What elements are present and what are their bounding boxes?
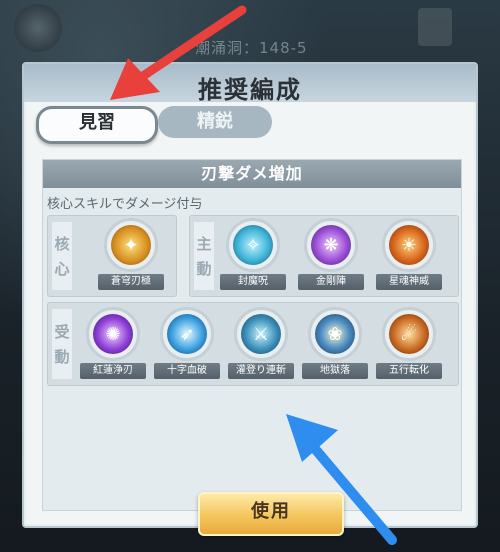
skill-slot[interactable]: ⚔ 灌登り連斬 xyxy=(228,305,294,387)
purple-burst-icon: ✺ xyxy=(93,314,133,354)
main-group-label: 主 動 xyxy=(194,222,214,290)
lotus-flame-icon: ❀ xyxy=(315,314,355,354)
skill-ring: ✧ xyxy=(226,218,280,272)
skill-name: 紅蓮浄刃 xyxy=(80,363,146,379)
blue-strike-icon: ➶ xyxy=(167,314,207,354)
guild-emblem-icon xyxy=(14,4,62,52)
skill-slot[interactable]: ☄ 五行転化 xyxy=(376,305,442,387)
passive-label-char: 動 xyxy=(54,348,70,366)
skill-ring: ✦ xyxy=(104,218,158,272)
passive-group-label: 受 動 xyxy=(52,309,72,379)
skill-ring: ➶ xyxy=(160,307,214,361)
main-label-char: 動 xyxy=(196,260,212,278)
skill-name: 星魂神威 xyxy=(376,274,442,290)
use-button[interactable]: 使用 xyxy=(198,492,344,536)
skill-slot[interactable]: ✧ 封魔呪 xyxy=(220,216,286,298)
skill-slot[interactable]: ❋ 金剛陣 xyxy=(298,216,364,298)
passive-label-char: 受 xyxy=(54,323,70,341)
core-skill-group: 核 心 ✦ 蒼穹刃極 xyxy=(47,215,177,297)
golden-blade-icon: ✦ xyxy=(111,225,151,265)
skill-name: 地獄落 xyxy=(302,363,368,379)
tab-apprentice[interactable]: 見習 xyxy=(36,106,158,144)
skill-ring: ⚔ xyxy=(234,307,288,361)
skill-name: 五行転化 xyxy=(376,363,442,379)
panel-title: 推奨編成 xyxy=(198,76,302,104)
tab-elite[interactable]: 精鋭 xyxy=(158,106,272,138)
recommended-formation-panel: 推奨編成 見習 精鋭 刃撃ダメ増加 核心スキルでダメージ付与 核 心 ✦ 蒼穹刃… xyxy=(22,62,478,536)
core-group-label: 核 心 xyxy=(52,222,72,290)
skill-name: 金剛陣 xyxy=(298,274,364,290)
passive-skill-group: 受 動 ✺ 紅蓮浄刃 ➶ 十字血破 ⚔ 灌登り連斬 ❀ 地獄落 ☄ 五行転化 xyxy=(47,302,459,386)
skill-name: 十字血破 xyxy=(154,363,220,379)
menu-icon xyxy=(418,8,452,46)
skill-ring: ❋ xyxy=(304,218,358,272)
skill-name: 封魔呪 xyxy=(220,274,286,290)
skill-slot[interactable]: ❀ 地獄落 xyxy=(302,305,368,387)
skill-ring: ☀ xyxy=(382,218,436,272)
main-label-char: 主 xyxy=(196,235,212,253)
skill-slot[interactable]: ✦ 蒼穹刃極 xyxy=(98,216,164,298)
golden-slash-icon: ☄ xyxy=(389,314,429,354)
seal-spirit-icon: ✧ xyxy=(233,225,273,265)
section-description: 核心スキルでダメージ付与 xyxy=(47,197,203,212)
stage-label: 潮涌洞：148-5 xyxy=(195,39,308,57)
main-skill-group: 主 動 ✧ 封魔呪 ❋ 金剛陣 ☀ 星魂神威 xyxy=(189,215,459,297)
skill-slot[interactable]: ☀ 星魂神威 xyxy=(376,216,442,298)
skill-name: 灌登り連斬 xyxy=(228,363,294,379)
skill-ring: ☄ xyxy=(382,307,436,361)
section-title: 刃撃ダメ増加 xyxy=(43,160,461,188)
swords-flurry-icon: ⚔ xyxy=(241,314,281,354)
purple-feather-icon: ❋ xyxy=(311,225,351,265)
core-label-char: 心 xyxy=(54,260,70,278)
formation-content: 刃撃ダメ増加 核心スキルでダメージ付与 核 心 ✦ 蒼穹刃極 主 動 ✧ 封魔呪… xyxy=(42,159,462,536)
skill-name: 蒼穹刃極 xyxy=(98,274,164,290)
fire-spirit-icon: ☀ xyxy=(389,225,429,265)
skill-ring: ❀ xyxy=(308,307,362,361)
skill-ring: ✺ xyxy=(86,307,140,361)
skill-slot[interactable]: ➶ 十字血破 xyxy=(154,305,220,387)
skill-slot[interactable]: ✺ 紅蓮浄刃 xyxy=(80,305,146,387)
core-label-char: 核 xyxy=(54,235,70,253)
